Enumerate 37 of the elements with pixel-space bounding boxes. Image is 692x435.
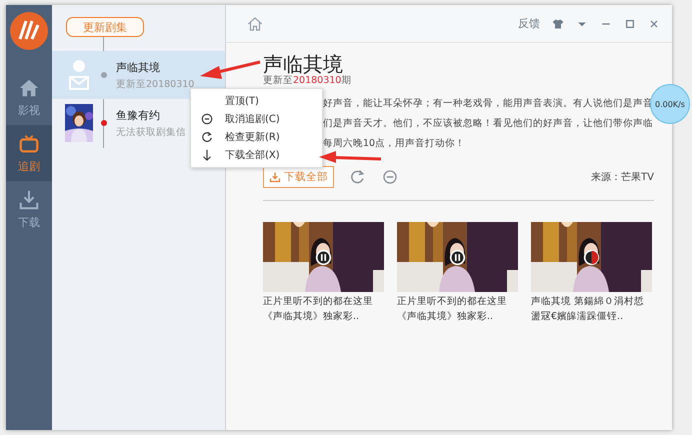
description-line: 们是声音天才。他们，不应该被忽略！看见他们的好声音，让他们带你声临	[323, 117, 653, 131]
download-icon	[269, 171, 281, 183]
video-card[interactable]: 声临其境 第鍚綿０涓村悊盪冦€嬪皞濡跺僵铚..	[531, 222, 652, 324]
series-item[interactable]: 声临其境 更新至20180310	[52, 51, 225, 99]
show-title: 声临其境	[263, 53, 343, 75]
menu-item[interactable]: 下载全部(X)	[191, 146, 322, 164]
annotation-arrow	[200, 60, 260, 79]
update-info: 更新至20180310期	[263, 75, 352, 87]
minus-circle-icon	[201, 113, 213, 125]
pause-icon[interactable]	[449, 249, 466, 266]
close-icon[interactable]	[648, 18, 660, 30]
annotation-arrow	[319, 151, 382, 163]
series-title: 鱼豫有约	[116, 108, 161, 122]
description-line: 每周六晚10点，用声音打动你！	[323, 137, 466, 151]
source-label: 来源：芒果TV	[591, 170, 654, 184]
progress-ring-icon[interactable]	[583, 249, 600, 266]
video-caption: 声临其境 第鍚綿０涓村悊盪冦€嬪皞濡跺僵铚..	[531, 295, 646, 324]
download-icon	[18, 188, 40, 210]
app-logo-icon	[9, 11, 49, 51]
series-subtitle: 更新至20180310	[116, 78, 194, 90]
video-caption: 正片里听不到的都在这里《声临其境》独家彩..	[263, 295, 374, 324]
series-subtitle: 无法获取剧集信	[116, 126, 186, 138]
home-icon[interactable]	[246, 14, 264, 32]
pause-icon[interactable]	[315, 249, 332, 266]
series-title: 声临其境	[116, 60, 161, 74]
video-card[interactable]: 正片里听不到的都在这里《声临其境》独家彩..	[263, 222, 384, 324]
video-card[interactable]: 正片里听不到的都在这里《声临其境》独家彩..	[397, 222, 518, 324]
maximize-icon[interactable]	[624, 18, 636, 30]
video-caption: 正片里听不到的都在这里《声临其境》独家彩..	[397, 295, 508, 324]
shirt-icon[interactable]	[552, 18, 564, 30]
down-arrow-icon	[201, 149, 213, 161]
refresh-icon[interactable]	[350, 169, 366, 185]
tv-icon	[18, 132, 40, 154]
feedback-link[interactable]: 反馈	[518, 16, 540, 31]
speed-indicator[interactable]: 0.00K/s	[650, 84, 690, 124]
refresh-icon	[201, 131, 213, 143]
minus-circle-icon[interactable]	[382, 169, 398, 185]
